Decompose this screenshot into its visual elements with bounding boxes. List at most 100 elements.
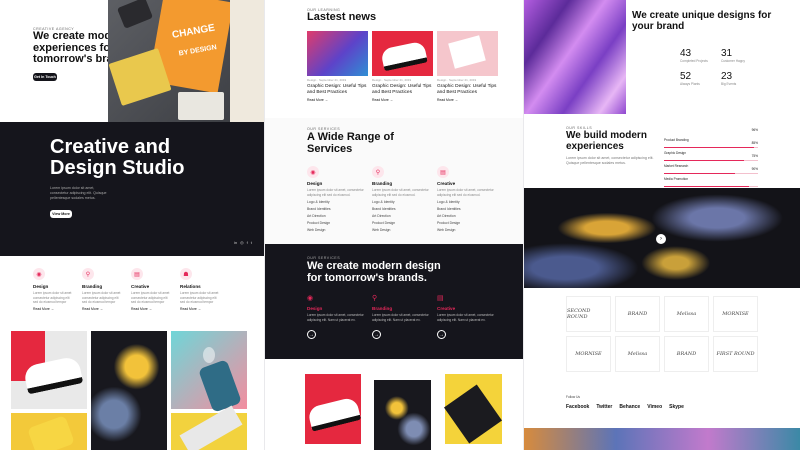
twitter-icon[interactable]: t	[251, 240, 252, 245]
range-list: Logo & Identity Brand Identities Art Dir…	[372, 199, 432, 234]
client-logo: Melissa	[615, 336, 660, 372]
fluid-art-photo	[91, 331, 167, 450]
read-more-link[interactable]: Read More →	[131, 307, 173, 311]
list-item: Art Direction	[307, 214, 326, 219]
news-card[interactable]: Design · September 21, 2019 Graphic Desi…	[307, 31, 368, 102]
range-list: Logo & Identity Brand Identities Art Dir…	[307, 199, 367, 234]
news-meta: Design · September 21, 2019	[307, 78, 347, 82]
dark-col-label: Creative	[437, 306, 456, 311]
list-item: Web Design	[437, 228, 456, 233]
read-more-link[interactable]: Read More →	[82, 307, 124, 311]
skill-percent: 96%	[751, 128, 758, 132]
skill-bar: Media Promotion 90%	[664, 167, 758, 188]
list-item: Brand Identities	[307, 207, 331, 212]
lightbulb-photo	[171, 331, 247, 413]
stat-item: 52 Always Plants	[680, 71, 718, 86]
read-more-link[interactable]: Read More →	[180, 307, 222, 311]
play-next-icon[interactable]: ›	[656, 234, 666, 244]
document-icon: ▤	[131, 268, 143, 280]
read-more-link[interactable]: Read More →	[372, 98, 433, 102]
fluid-purple-art	[524, 0, 626, 114]
people-icon: ☗	[180, 268, 192, 280]
read-more-link[interactable]: Read More →	[307, 98, 368, 102]
studio-text: Lorem ipsum dolor sit amet, consectetur …	[50, 186, 107, 201]
news-meta: Design · September 21, 2019	[372, 78, 412, 82]
location-icon: ⚲	[82, 268, 94, 280]
stat-label: Completed Projects	[680, 59, 708, 63]
client-logo: MORNISE	[566, 336, 611, 372]
skype-link[interactable]: Skype	[669, 404, 684, 410]
instagram-icon[interactable]: ◎	[240, 240, 244, 245]
service-label: Creative	[131, 284, 150, 289]
social-icons: in ◎ f t	[234, 240, 252, 245]
follow-label: Follow Us	[566, 395, 580, 399]
sneaker-photo	[372, 31, 433, 76]
range-col-label: Design	[307, 181, 323, 186]
news-card-title[interactable]: Graphic Design: Useful Tips and Best Pra…	[372, 84, 433, 97]
left-dark-section: Creative and Design Studio Lorem ipsum d…	[0, 122, 264, 256]
range-col-text: Lorem ipsum dolor sit amet, consectetur …	[437, 188, 494, 197]
news-card[interactable]: Design · September 21, 2019 Graphic Desi…	[437, 31, 498, 102]
phone-yellow-photo	[11, 413, 87, 450]
dark-col-branding: ⚲ Branding Lorem ipsum dolor sit amet, c…	[372, 294, 432, 340]
list-item: Product Design	[437, 221, 461, 226]
list-item: Logo & Identity	[437, 200, 460, 205]
dark-col-label: Design	[307, 306, 323, 311]
social-links: Facebook Twitter Behance Vimeo Skype	[566, 404, 691, 410]
footer-art-strip	[524, 428, 800, 450]
stat-label: Customer Happy	[721, 59, 745, 63]
color-swatches-image	[178, 92, 224, 120]
skill-bar: Graphic Design 85%	[664, 141, 758, 162]
dark-col-text: Lorem ipsum dolor sit amet, consectetur …	[437, 313, 494, 322]
tablet-yellow-photo	[443, 374, 503, 444]
read-more-link[interactable]: Read More →	[33, 307, 75, 311]
list-item: Logo & Identity	[307, 200, 330, 205]
yellow-phone-shape	[27, 415, 75, 450]
sneaker-photo	[305, 374, 362, 444]
news-card[interactable]: Design · September 21, 2019 Graphic Desi…	[372, 31, 433, 102]
facebook-link[interactable]: Facebook	[566, 404, 589, 410]
stationery-photo	[437, 31, 498, 76]
service-label: Branding	[82, 284, 103, 289]
view-more-button[interactable]: View More	[50, 210, 72, 218]
sneaker-shape	[380, 40, 428, 72]
stat-number: 43	[680, 48, 692, 59]
skill-percent: 90%	[751, 167, 758, 171]
document-icon: ▤	[437, 295, 444, 302]
twitter-link[interactable]: Twitter	[596, 404, 612, 410]
studio-title: Creative and Design Studio	[50, 136, 185, 179]
arrow-right-icon[interactable]: →	[437, 330, 446, 340]
list-item: Art Direction	[372, 214, 391, 219]
arrow-right-icon[interactable]: →	[307, 330, 316, 340]
stat-number: 31	[721, 48, 733, 59]
client-logo: BRAND	[615, 296, 660, 332]
arrow-right-icon[interactable]: →	[372, 330, 381, 340]
range-col-text: Lorem ipsum dolor sit amet, consectetur …	[372, 188, 429, 197]
design-icon: ◉	[307, 166, 319, 178]
get-in-touch-button[interactable]: Get In Touch	[33, 73, 57, 81]
range-title: A Wide Range of Services	[307, 131, 394, 155]
fluid-dark-banner: ›	[524, 188, 800, 288]
behance-link[interactable]: Behance	[619, 404, 640, 410]
stat-label: Big Events	[721, 82, 737, 86]
desk-photo: CHANGE BY DESIGN	[108, 0, 234, 122]
design-icon: ◉	[33, 268, 45, 280]
dark-col-text: Lorem ipsum dolor sit amet, consectetur …	[372, 313, 429, 322]
read-more-link[interactable]: Read More →	[437, 98, 498, 102]
client-logos: SECOND ROUND BRAND Melissa MORNISE MORNI…	[566, 296, 758, 372]
linkedin-icon[interactable]: in	[234, 240, 237, 245]
vimeo-link[interactable]: Vimeo	[647, 404, 662, 410]
hero-edge	[230, 0, 264, 122]
keyboard-photo	[171, 405, 247, 450]
news-card-title[interactable]: Graphic Design: Useful Tips and Best Pra…	[307, 84, 368, 97]
service-text: Lorem ipsum dolor sit amet consectetur a…	[33, 291, 72, 305]
facebook-icon[interactable]: f	[247, 240, 248, 245]
news-card-title[interactable]: Graphic Design: Useful Tips and Best Pra…	[437, 84, 498, 97]
skill-bars: Product Branding 96% Graphic Design 85% …	[664, 128, 758, 188]
middle-page-preview: OUR LEARNING Lastest news Design · Septe…	[265, 0, 523, 450]
list-item: Product Design	[307, 221, 331, 226]
range-col-label: Creative	[437, 181, 456, 186]
location-icon: ⚲	[372, 166, 384, 178]
list-item: Brand Identities	[437, 207, 461, 212]
service-label: Relations	[180, 284, 201, 289]
